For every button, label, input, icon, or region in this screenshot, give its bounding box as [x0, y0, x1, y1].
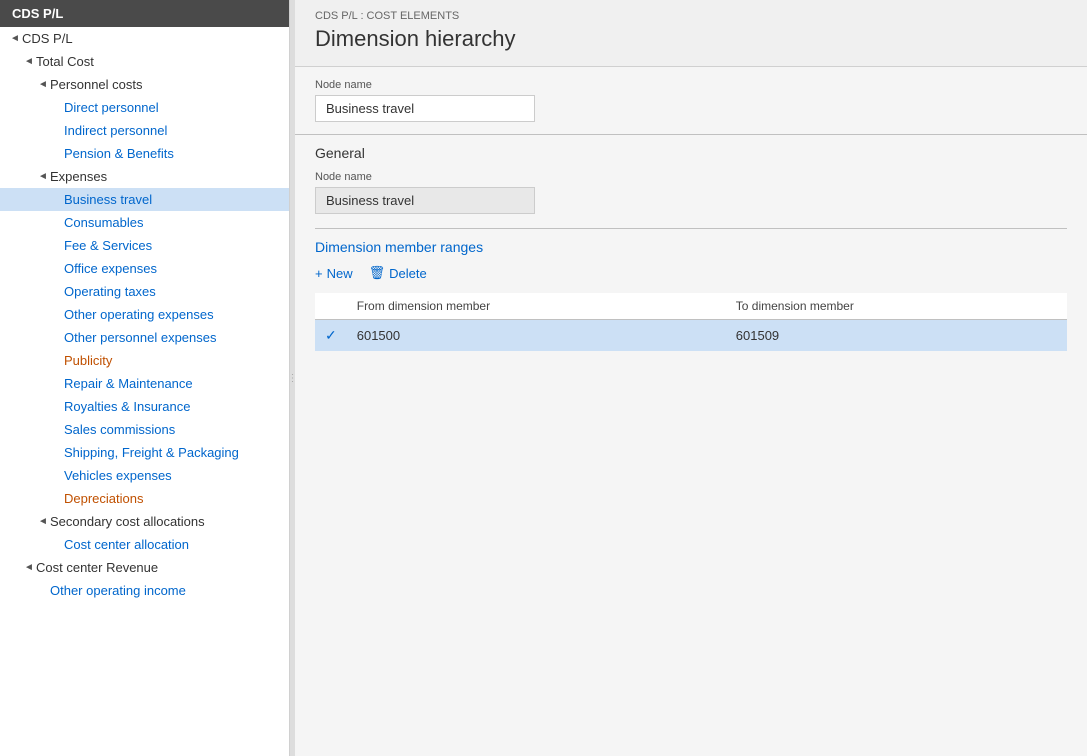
- sidebar-header: CDS P/L: [0, 0, 289, 27]
- sidebar-label-cds-pl: CDS P/L: [22, 31, 73, 46]
- sidebar-item-secondary-cost-allocations[interactable]: ◄Secondary cost allocations: [0, 510, 289, 533]
- sidebar-label-sales-commissions: Sales commissions: [64, 422, 175, 437]
- sidebar-item-cost-center-revenue[interactable]: ◄Cost center Revenue: [0, 556, 289, 579]
- dim-table-header: From dimension member To dimension membe…: [315, 293, 1067, 320]
- sidebar-item-cds-pl[interactable]: ◄CDS P/L: [0, 27, 289, 50]
- sidebar-item-consumables[interactable]: Consumables: [0, 211, 289, 234]
- sidebar-label-depreciations: Depreciations: [64, 491, 144, 506]
- sidebar-label-vehicles-expenses: Vehicles expenses: [64, 468, 172, 483]
- sidebar-label-royalties-insurance: Royalties & Insurance: [64, 399, 190, 414]
- sidebar-item-cost-center-allocation[interactable]: Cost center allocation: [0, 533, 289, 556]
- sidebar-item-indirect-personnel[interactable]: Indirect personnel: [0, 119, 289, 142]
- new-icon: +: [315, 266, 323, 281]
- check-mark: ✓: [325, 327, 337, 343]
- dim-table: From dimension member To dimension membe…: [315, 293, 1067, 351]
- sidebar-item-repair-maintenance[interactable]: Repair & Maintenance: [0, 372, 289, 395]
- col-to: To dimension member: [726, 293, 1067, 320]
- sidebar-item-business-travel[interactable]: Business travel: [0, 188, 289, 211]
- toolbar: + New 🗑 Delete: [315, 265, 1067, 281]
- sidebar-item-royalties-insurance[interactable]: Royalties & Insurance: [0, 395, 289, 418]
- sidebar-label-consumables: Consumables: [64, 215, 144, 230]
- sidebar-item-office-expenses[interactable]: Office expenses: [0, 257, 289, 280]
- table-row[interactable]: ✓ 601500601509: [315, 320, 1067, 352]
- collapse-icon-cost-center-revenue[interactable]: ◄: [22, 562, 36, 573]
- col-from: From dimension member: [347, 293, 726, 320]
- row-from-0: 601500: [347, 320, 726, 352]
- sidebar-label-pension-benefits: Pension & Benefits: [64, 146, 174, 161]
- main-content: CDS P/L : COST ELEMENTS Dimension hierar…: [295, 0, 1087, 756]
- sidebar-label-indirect-personnel: Indirect personnel: [64, 123, 167, 138]
- main-header: CDS P/L : COST ELEMENTS Dimension hierar…: [295, 0, 1087, 67]
- delete-button[interactable]: 🗑 Delete: [369, 265, 427, 281]
- sidebar-label-shipping-freight: Shipping, Freight & Packaging: [64, 445, 239, 460]
- sidebar: CDS P/L ◄CDS P/L◄Total Cost◄Personnel co…: [0, 0, 290, 756]
- sidebar-label-total-cost: Total Cost: [36, 54, 94, 69]
- sidebar-tree: ◄CDS P/L◄Total Cost◄Personnel costsDirec…: [0, 27, 289, 602]
- sidebar-item-expenses[interactable]: ◄Expenses: [0, 165, 289, 188]
- sidebar-label-repair-maintenance: Repair & Maintenance: [64, 376, 193, 391]
- delete-icon: 🗑: [369, 265, 386, 281]
- sidebar-item-operating-taxes[interactable]: Operating taxes: [0, 280, 289, 303]
- sidebar-label-other-operating-income: Other operating income: [50, 583, 186, 598]
- general-node-name-value: Business travel: [315, 187, 535, 214]
- general-node-name-label: Node name: [315, 171, 1067, 183]
- top-node-name-section: Node name Business travel: [295, 67, 1087, 134]
- sidebar-item-sales-commissions[interactable]: Sales commissions: [0, 418, 289, 441]
- sidebar-item-fee-services[interactable]: Fee & Services: [0, 234, 289, 257]
- row-check-0: ✓: [315, 320, 347, 352]
- sidebar-label-cost-center-allocation: Cost center allocation: [64, 537, 189, 552]
- general-section: General Node name Business travel: [295, 135, 1087, 228]
- sidebar-label-direct-personnel: Direct personnel: [64, 100, 159, 115]
- collapse-icon-expenses[interactable]: ◄: [36, 171, 50, 182]
- page-title: Dimension hierarchy: [315, 26, 1067, 52]
- sidebar-label-personnel-costs: Personnel costs: [50, 77, 143, 92]
- collapse-icon-secondary-cost-allocations[interactable]: ◄: [36, 516, 50, 527]
- sidebar-header-label: CDS P/L: [12, 6, 63, 21]
- collapse-icon-cds-pl[interactable]: ◄: [8, 33, 22, 44]
- sidebar-item-other-personnel-expenses[interactable]: Other personnel expenses: [0, 326, 289, 349]
- sidebar-label-operating-taxes: Operating taxes: [64, 284, 156, 299]
- sidebar-label-other-operating-expenses: Other operating expenses: [64, 307, 214, 322]
- sidebar-item-total-cost[interactable]: ◄Total Cost: [0, 50, 289, 73]
- sidebar-item-shipping-freight[interactable]: Shipping, Freight & Packaging: [0, 441, 289, 464]
- sidebar-item-direct-personnel[interactable]: Direct personnel: [0, 96, 289, 119]
- top-node-name-label: Node name: [315, 79, 1067, 91]
- sidebar-item-depreciations[interactable]: Depreciations: [0, 487, 289, 510]
- sidebar-item-pension-benefits[interactable]: Pension & Benefits: [0, 142, 289, 165]
- new-button[interactable]: + New: [315, 266, 353, 281]
- collapse-icon-personnel-costs[interactable]: ◄: [36, 79, 50, 90]
- sidebar-label-secondary-cost-allocations: Secondary cost allocations: [50, 514, 205, 529]
- new-button-label: New: [327, 266, 353, 281]
- dim-table-body: ✓ 601500601509: [315, 320, 1067, 352]
- sidebar-item-other-operating-income[interactable]: Other operating income: [0, 579, 289, 602]
- delete-button-label: Delete: [389, 266, 427, 281]
- sidebar-label-other-personnel-expenses: Other personnel expenses: [64, 330, 216, 345]
- row-to-0: 601509: [726, 320, 1067, 352]
- dim-members-section: Dimension member ranges + New 🗑 Delete F…: [295, 228, 1087, 371]
- breadcrumb: CDS P/L : COST ELEMENTS: [315, 10, 1067, 22]
- col-check: [315, 293, 347, 320]
- sidebar-item-vehicles-expenses[interactable]: Vehicles expenses: [0, 464, 289, 487]
- sidebar-label-business-travel: Business travel: [64, 192, 152, 207]
- sidebar-item-publicity[interactable]: Publicity: [0, 349, 289, 372]
- sidebar-label-publicity: Publicity: [64, 353, 112, 368]
- sidebar-label-cost-center-revenue: Cost center Revenue: [36, 560, 158, 575]
- general-section-title: General: [315, 145, 1067, 161]
- sidebar-label-office-expenses: Office expenses: [64, 261, 157, 276]
- collapse-icon-total-cost[interactable]: ◄: [22, 56, 36, 67]
- sidebar-item-other-operating-expenses[interactable]: Other operating expenses: [0, 303, 289, 326]
- sidebar-item-personnel-costs[interactable]: ◄Personnel costs: [0, 73, 289, 96]
- sidebar-label-expenses: Expenses: [50, 169, 107, 184]
- top-node-name-value: Business travel: [315, 95, 535, 122]
- sidebar-label-fee-services: Fee & Services: [64, 238, 152, 253]
- dim-members-title: Dimension member ranges: [315, 228, 1067, 255]
